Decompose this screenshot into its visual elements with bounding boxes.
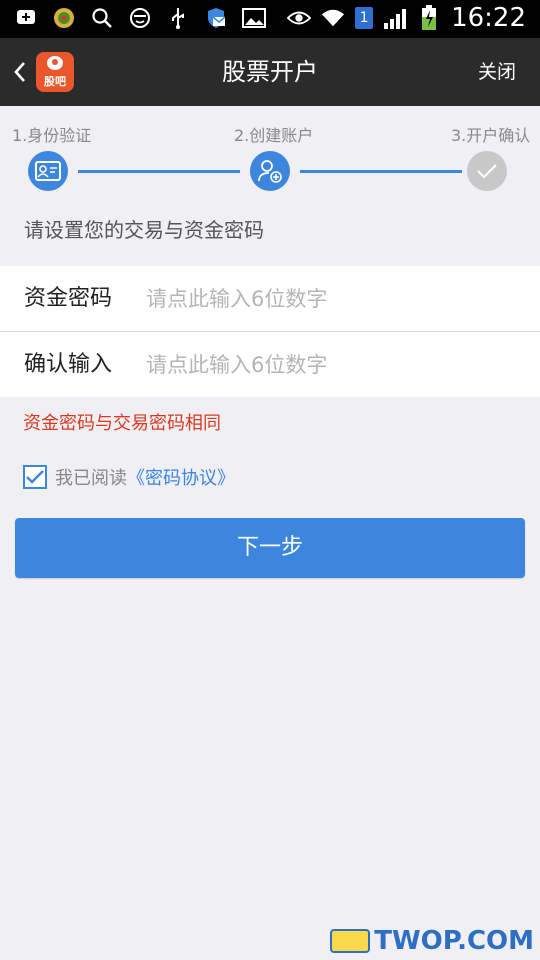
step-connector-1 — [78, 170, 240, 173]
agreement-row: 我已阅读 《密码协议》 — [23, 464, 235, 490]
back-button[interactable] — [10, 57, 32, 87]
watermark-text: TWOP.COM — [374, 926, 534, 956]
image-icon — [242, 6, 266, 30]
add-user-icon — [258, 160, 282, 183]
close-button[interactable]: 关闭 — [478, 38, 516, 106]
signal-icon — [383, 6, 407, 30]
next-step-button[interactable]: 下一步 — [15, 518, 525, 578]
sim-badge: 1 — [355, 7, 374, 29]
agreement-text: 我已阅读 — [55, 468, 127, 489]
password-notice: 资金密码与交易密码相同 — [23, 413, 221, 434]
checkmark-icon — [26, 470, 44, 484]
face-icon — [128, 6, 152, 30]
step-label-3: 3.开户确认 — [451, 126, 531, 145]
confirm-password-input[interactable] — [146, 342, 516, 387]
logo-mark-icon — [47, 56, 63, 70]
confirm-password-row: 确认输入 — [0, 332, 540, 397]
check-icon — [477, 164, 497, 179]
search-icon — [90, 6, 114, 30]
eye-icon — [287, 6, 312, 30]
password-form: 资金密码 确认输入 — [0, 266, 540, 397]
clock: 16:22 — [451, 3, 526, 33]
fund-password-input[interactable] — [146, 276, 516, 321]
watermark: TWOP.COM — [330, 926, 534, 956]
step-2-indicator — [250, 151, 290, 191]
step-3-indicator — [467, 151, 507, 191]
logo-text: 股吧 — [44, 75, 66, 88]
system-icons: 1 16:22 — [287, 4, 526, 32]
agreement-checkbox[interactable] — [23, 465, 47, 489]
app-logo[interactable]: 股吧 — [36, 52, 74, 92]
shield-mail-icon — [204, 6, 228, 30]
game-app-icon — [52, 6, 76, 30]
battery-charging-icon — [417, 5, 441, 30]
chevron-left-icon — [14, 62, 25, 82]
password-agreement-link[interactable]: 《密码协议》 — [127, 464, 235, 490]
message-icon — [14, 6, 38, 30]
fund-password-row: 资金密码 — [0, 266, 540, 332]
notification-icons — [14, 6, 266, 30]
fund-password-label: 资金密码 — [24, 286, 113, 311]
step-1-indicator — [28, 151, 68, 191]
instruction-text: 请设置您的交易与资金密码 — [24, 218, 264, 242]
step-label-2: 2.创建账户 — [234, 126, 314, 145]
cassette-logo-icon — [330, 929, 371, 953]
usb-icon — [166, 6, 190, 30]
confirm-password-label: 确认输入 — [24, 352, 113, 377]
id-card-icon — [35, 161, 61, 181]
page-title: 股票开户 — [222, 58, 318, 86]
wifi-icon — [321, 6, 345, 30]
status-bar: 1 16:22 — [0, 0, 540, 38]
step-connector-2 — [300, 170, 462, 173]
title-bar: 股票开户 股吧 关闭 — [0, 38, 540, 106]
step-label-1: 1.身份验证 — [12, 126, 92, 145]
